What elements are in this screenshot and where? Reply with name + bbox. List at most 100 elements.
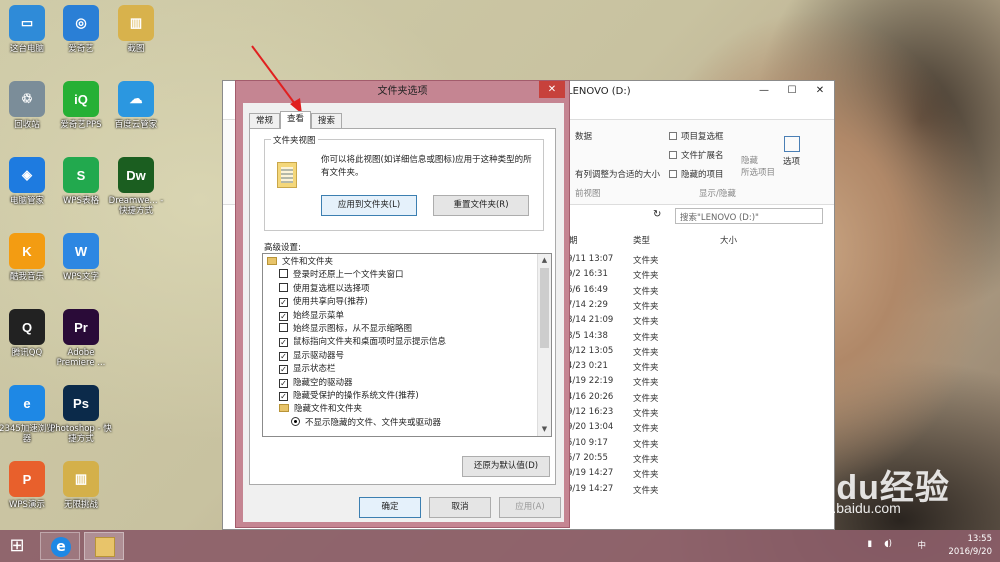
desktop-icon-label: 无限挑战 — [63, 500, 98, 510]
column-type[interactable]: 类型 — [633, 234, 650, 246]
checked-checkbox-icon[interactable]: ✓ — [279, 311, 288, 321]
ime-indicator[interactable]: 中 — [917, 539, 926, 551]
setting-label: 隐藏文件和文件夹 — [294, 404, 363, 415]
app-icon: ▥ — [118, 5, 154, 41]
checkbox-icon[interactable] — [279, 282, 288, 292]
folder-options-dialog[interactable]: 文件夹选项 ✕ 常规 查看 搜索 文件夹视图 你可以将此视图(如详细信息或图标)… — [235, 80, 570, 528]
desktop-icon[interactable]: W WPS文字 — [49, 233, 113, 282]
cancel-button[interactable]: 取消 — [429, 497, 491, 518]
row-date: 4/23 0:21 — [567, 361, 608, 372]
taskbar-browser[interactable]: e — [40, 532, 80, 560]
scroll-down-icon[interactable]: ▼ — [538, 423, 551, 436]
file-extension-toggle[interactable]: 文件扩展名 — [669, 149, 724, 161]
checked-checkbox-icon[interactable]: ✓ — [279, 365, 288, 375]
setting-check[interactable]: ✓ 使用共享向导(推荐) — [279, 296, 368, 309]
reset-folders-button[interactable]: 重置文件夹(R) — [433, 195, 529, 216]
setting-check[interactable]: 使用复选框以选择项 — [279, 282, 370, 296]
app-icon: ▥ — [63, 461, 99, 497]
desktop-icon[interactable]: ▥ 无限挑战 — [49, 461, 113, 510]
row-type: 文件夹 — [633, 485, 659, 496]
maximize-button[interactable]: ☐ — [778, 81, 806, 101]
setting-check[interactable]: ✓ 显示状态栏 — [279, 363, 336, 376]
checkbox-icon[interactable] — [279, 269, 288, 279]
setting-check[interactable]: 登录时还原上一个文件夹窗口 — [279, 269, 404, 282]
setting-check[interactable]: ✓ 始终显示菜单 — [279, 310, 344, 323]
desktop-icon[interactable]: Dw Dreamwe... - 快捷方式 — [104, 157, 168, 216]
setting-label: 使用共享向导(推荐) — [293, 297, 368, 308]
row-type: 文件夹 — [633, 393, 659, 404]
setting-radio[interactable]: 不显示隐藏的文件、文件夹或驱动器 — [291, 416, 441, 430]
column-date[interactable]: 期 — [569, 234, 578, 246]
checked-checkbox-icon[interactable]: ✓ — [279, 298, 288, 308]
setting-check[interactable]: ✓ 隐藏受保护的操作系统文件(推荐) — [279, 390, 419, 403]
row-type: 文件夹 — [633, 332, 659, 343]
row-type: 文件夹 — [633, 439, 659, 450]
dialog-body: 常规 查看 搜索 文件夹视图 你可以将此视图(如详细信息或图标)应用于这种类型的… — [243, 103, 564, 522]
setting-label: 文件和文件夹 — [282, 257, 334, 267]
row-type: 文件夹 — [633, 317, 659, 328]
desktop-icon-label: WPS文字 — [63, 272, 99, 282]
scroll-up-icon[interactable]: ▲ — [538, 254, 551, 267]
search-input[interactable]: 搜索"LENOVO (D:)" — [675, 208, 823, 224]
item-checkbox-toggle[interactable]: 项目复选框 — [669, 130, 724, 142]
app-icon: ◎ — [63, 5, 99, 41]
apply-button[interactable]: 应用(A) — [499, 497, 561, 518]
setting-label: 显示状态栏 — [293, 364, 336, 375]
ribbon-fit-columns[interactable]: 有列调整为合适的大小 — [575, 168, 660, 180]
setting-label: 鼠标指向文件夹和桌面项时显示提示信息 — [293, 337, 447, 348]
minimize-button[interactable]: — — [750, 81, 778, 101]
hidden-items-toggle[interactable]: 隐藏的项目 — [669, 168, 724, 180]
setting-check[interactable]: 始终显示图标，从不显示缩略图 — [279, 323, 412, 336]
desktop-icon[interactable]: Ps Photoshop - 快捷方式 — [49, 385, 113, 444]
checked-checkbox-icon[interactable]: ✓ — [279, 378, 288, 388]
hide-selected-button[interactable]: 隐藏 所选项目 — [741, 154, 775, 178]
volume-icon[interactable]: ◖) — [884, 539, 892, 549]
tab-search[interactable]: 搜索 — [311, 113, 343, 129]
setting-label: 使用复选框以选择项 — [293, 283, 370, 294]
app-icon: Pr — [63, 309, 99, 345]
ribbon-data-fragment[interactable]: 数据 — [575, 130, 592, 142]
row-type: 文件夹 — [633, 424, 659, 435]
checkbox-icon — [669, 170, 677, 178]
network-icon[interactable]: ▮ — [867, 539, 872, 549]
tab-view[interactable]: 查看 — [280, 111, 312, 129]
restore-defaults-button[interactable]: 还原为默认值(D) — [462, 456, 550, 477]
setting-label: 始终显示菜单 — [293, 310, 345, 321]
desktop-icon[interactable]: ▥ 截图 — [104, 5, 168, 54]
checked-checkbox-icon[interactable]: ✓ — [279, 338, 288, 348]
radio-icon[interactable] — [291, 416, 300, 426]
checked-checkbox-icon[interactable]: ✓ — [279, 392, 288, 401]
advanced-settings-tree[interactable]: 文件和文件夹 登录时还原上一个文件夹窗口 使用复选框以选择项 ✓ 使用共享向导(推荐) ✓… — [262, 253, 552, 437]
app-icon: Q — [9, 309, 45, 345]
app-icon: W — [63, 233, 99, 269]
checkbox-icon[interactable] — [279, 323, 288, 332]
setting-check[interactable]: ✓ 隐藏空的驱动器 — [279, 377, 353, 390]
taskbar-explorer[interactable] — [84, 532, 124, 560]
options-button[interactable]: 选项 — [783, 136, 800, 167]
scroll-thumb[interactable] — [540, 268, 549, 348]
desktop-icon[interactable]: ☁ 百度云管家 — [104, 81, 168, 130]
setting-check[interactable]: ✓ 鼠标指向文件夹和桌面项时显示提示信息 — [279, 336, 446, 349]
clock-date: 2016/9/20 — [948, 547, 992, 557]
clock-time: 13:55 — [967, 534, 993, 544]
dialog-close-button[interactable]: ✕ — [539, 81, 565, 98]
row-date: 4/19 22:19 — [567, 376, 614, 387]
column-size[interactable]: 大小 — [720, 234, 737, 246]
close-button[interactable]: ✕ — [806, 81, 834, 101]
tree-scrollbar[interactable]: ▲ ▼ — [537, 254, 551, 436]
row-date: 4/16 20:26 — [567, 391, 614, 402]
desktop-icon[interactable]: Pr Adobe Premiere ... — [49, 309, 113, 368]
setting-folder: 隐藏文件和文件夹 — [279, 403, 362, 416]
start-button[interactable]: ⊞ — [5, 535, 29, 557]
app-icon: e — [9, 385, 45, 421]
app-icon: ▭ — [9, 5, 45, 41]
apply-to-folders-button[interactable]: 应用到文件夹(L) — [321, 195, 417, 216]
row-type: 文件夹 — [633, 363, 659, 374]
row-date: 9/19 14:27 — [567, 468, 614, 479]
advanced-settings-label: 高级设置: — [264, 243, 301, 253]
setting-check[interactable]: ✓ 显示驱动器号 — [279, 350, 344, 363]
ok-button[interactable]: 确定 — [359, 497, 421, 518]
checked-checkbox-icon[interactable]: ✓ — [279, 351, 288, 361]
system-clock[interactable]: 13:55 2016/9/20 — [948, 533, 992, 559]
refresh-icon[interactable]: ↻ — [653, 209, 661, 220]
